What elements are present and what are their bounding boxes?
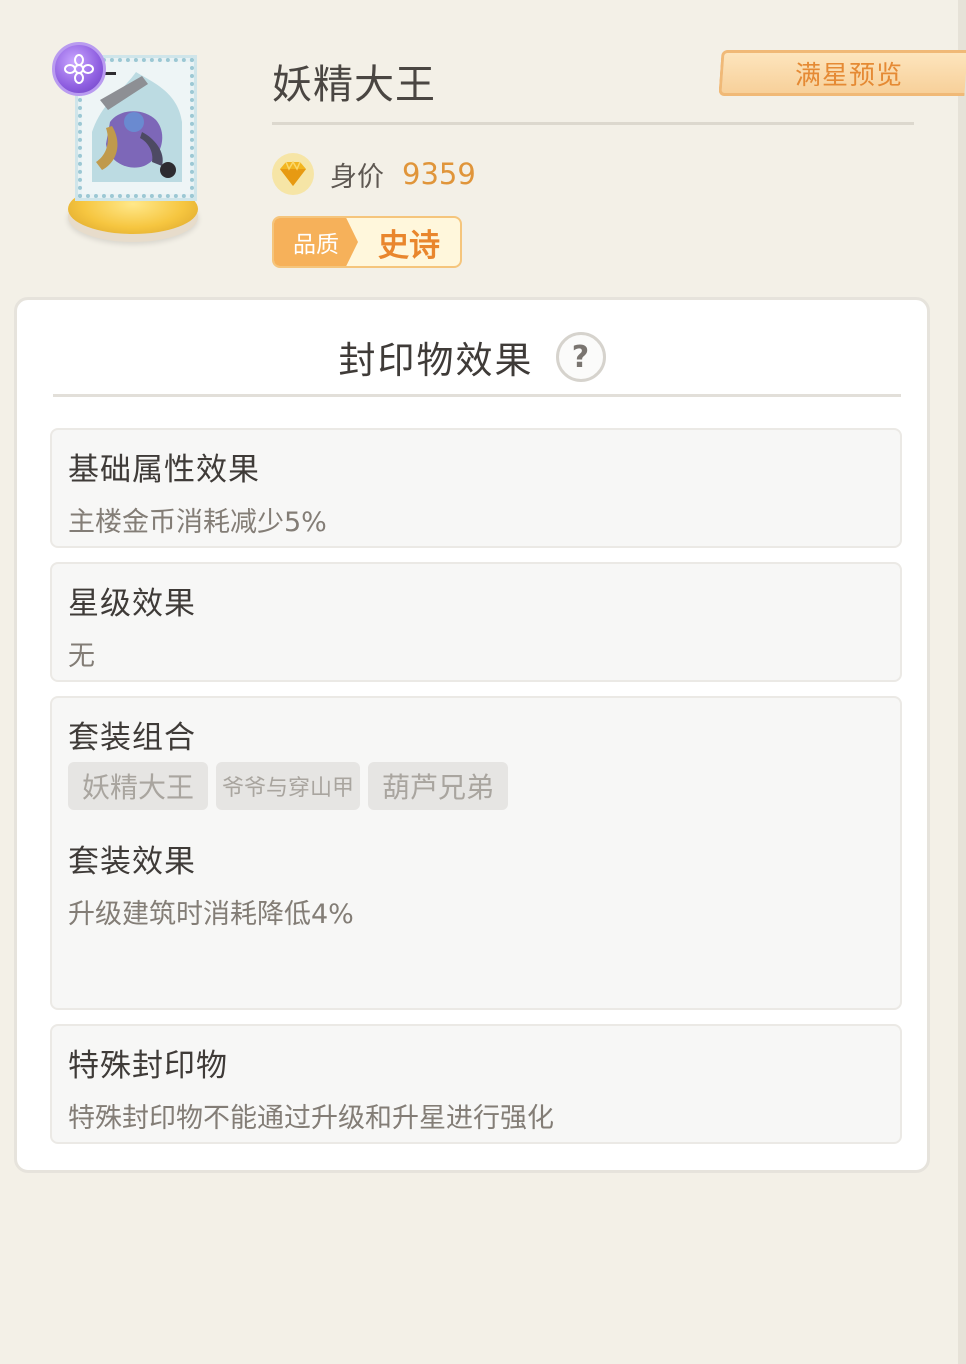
price-value: 9359: [402, 157, 476, 191]
basic-effect-text: 主楼金币消耗减少5%: [68, 507, 327, 538]
diamond-icon: [272, 153, 314, 195]
price-label: 身价: [330, 161, 384, 193]
star-effect-text: 无: [68, 641, 95, 672]
set-effect-title: 套装效果: [68, 844, 196, 880]
rank-badge-icon: [52, 42, 106, 96]
basic-effect-section: 基础属性效果 主楼金币消耗减少5%: [50, 428, 902, 548]
preview-button-label: 满星预览: [795, 60, 904, 91]
special-title: 特殊封印物: [68, 1048, 228, 1084]
star-effect-title: 星级效果: [68, 586, 196, 622]
item-name: 妖精大王: [272, 62, 436, 108]
special-section: 特殊封印物 特殊封印物不能通过升级和升星进行强化: [50, 1024, 902, 1144]
star-effect-section: 星级效果 无: [50, 562, 902, 682]
panel-title: 封印物效果: [338, 339, 534, 382]
set-combo-title: 套装组合: [68, 720, 196, 756]
help-icon[interactable]: ?: [555, 332, 606, 382]
panel-divider: [53, 394, 901, 397]
set-section: 套装组合 妖精大王 爷爷与穿山甲 葫芦兄弟 套装效果 升级建筑时消耗降低4%: [50, 696, 902, 1010]
set-tag[interactable]: 葫芦兄弟: [368, 762, 509, 810]
set-tag[interactable]: 爷爷与穿山甲: [216, 762, 361, 810]
set-tags: 妖精大王 爷爷与穿山甲 葫芦兄弟: [68, 762, 509, 810]
name-divider: [272, 122, 914, 125]
special-text: 特殊封印物不能通过升级和升星进行强化: [68, 1103, 554, 1134]
quality-badge: 品质 史诗: [272, 216, 462, 268]
basic-effect-title: 基础属性效果: [68, 452, 260, 488]
quality-label: 品质: [274, 218, 358, 266]
panel-title-row: 封印物效果 ?: [17, 324, 927, 390]
flower-emblem-icon: [64, 54, 94, 84]
set-tag[interactable]: 妖精大王: [68, 762, 209, 810]
quality-value: 史诗: [378, 227, 440, 264]
full-star-preview-button[interactable]: 满星预览: [718, 50, 966, 96]
item-card-art: [52, 42, 205, 244]
item-header: 妖精大王 身价 9359 品质 史诗 满星预览: [0, 0, 966, 290]
set-effect-text: 升级建筑时消耗降低4%: [68, 899, 354, 930]
seal-effect-panel: 封印物效果 ? 基础属性效果 主楼金币消耗减少5% 星级效果 无 套装组合 妖精…: [14, 297, 930, 1173]
price-row: 身价 9359: [272, 152, 476, 196]
